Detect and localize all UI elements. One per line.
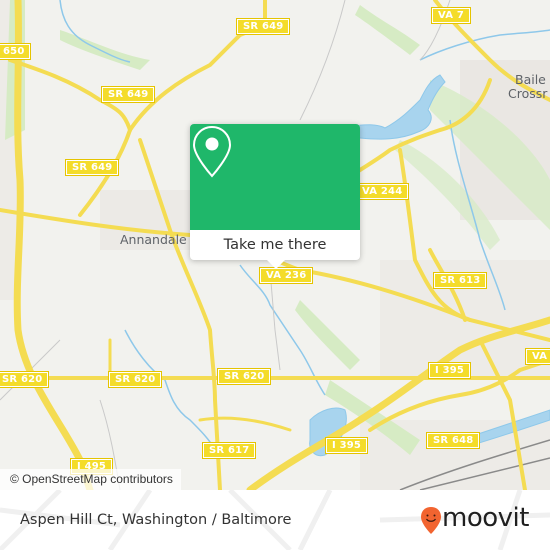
road-shield-va236: VA 236	[258, 267, 314, 284]
place-label-annandale: Annandale	[120, 232, 187, 247]
road-shield-sr620: SR 620	[107, 371, 163, 388]
park	[355, 5, 420, 55]
road-shield-va: VA 4	[524, 348, 550, 365]
road-shield-sr613: SR 613	[432, 272, 488, 289]
popup-header	[190, 124, 360, 230]
road-connector	[198, 416, 292, 432]
road-shield-i395: I 395	[427, 362, 472, 379]
road-shield-va244: VA 244	[354, 183, 410, 200]
location-title: Aspen Hill Ct, Washington / Baltimore	[20, 512, 292, 528]
location-pin-icon	[192, 125, 232, 178]
place-label-baileys-crossroads-line2: Crossr	[508, 86, 548, 101]
take-me-there-button[interactable]: Take me there	[190, 230, 360, 260]
minor-road	[299, 0, 346, 121]
highway-i495	[13, 0, 94, 490]
road-shield-sr648: SR 648	[425, 432, 481, 449]
road-shield-sr649: SR 649	[64, 159, 120, 176]
road-shield-sr649: SR 649	[100, 86, 156, 103]
road-shield-sr620: SR 620	[0, 371, 50, 388]
road-shield-sr620: SR 620	[216, 368, 272, 385]
stream	[124, 329, 216, 451]
map-attribution[interactable]: © OpenStreetMap contributors	[0, 469, 181, 490]
road-shield-sr617: SR 617	[201, 442, 257, 459]
map[interactable]: Annandale Baile Crossr 650 SR 649 SR 649…	[0, 0, 550, 490]
popup-pointer	[267, 260, 285, 269]
location-popup[interactable]: Take me there	[190, 124, 360, 269]
road-shield-i395: I 395	[324, 437, 369, 454]
moovit-wordmark: moovit	[442, 503, 529, 533]
place-label-baileys-crossroads-line1: Baile	[515, 72, 546, 87]
park	[295, 300, 360, 370]
minor-road	[269, 269, 281, 371]
road-shield-sr650: 650	[0, 43, 32, 60]
park	[60, 30, 150, 70]
road-shield-va7: VA 7	[430, 7, 472, 24]
moovit-pin-icon	[421, 507, 441, 534]
road-shield-sr649: SR 649	[235, 18, 291, 35]
footer-bar: Aspen Hill Ct, Washington / Baltimore mo…	[0, 490, 550, 550]
